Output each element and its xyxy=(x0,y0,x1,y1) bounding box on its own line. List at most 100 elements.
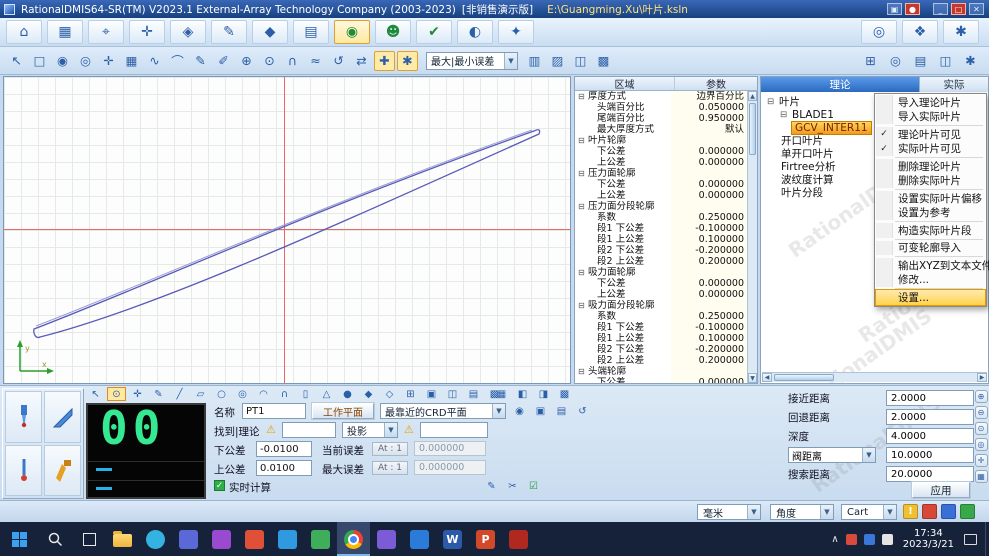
param-row[interactable]: 段2 上公差0.200000 xyxy=(575,256,747,267)
plot-dense-icon[interactable]: ▩ xyxy=(593,51,614,71)
angle-dropdown[interactable]: 角度 ▼ xyxy=(770,504,834,520)
plot-hatch-icon[interactable]: ▨ xyxy=(547,51,568,71)
found-theory-input[interactable] xyxy=(282,422,336,438)
tab-probe[interactable]: ⌖ xyxy=(88,20,124,44)
expand-icon[interactable]: ⊟ xyxy=(778,110,789,120)
view-top-icon[interactable]: ◨ xyxy=(534,387,553,401)
param-row[interactable]: 下公差0.000000 xyxy=(575,179,747,190)
context-menu-item[interactable]: 可变轮廓导入 xyxy=(876,241,985,256)
app-green-icon[interactable] xyxy=(304,522,337,556)
show-desktop-button[interactable] xyxy=(985,522,989,556)
projection-value-input[interactable] xyxy=(420,422,488,438)
param-row[interactable]: ⊟叶片轮廓 xyxy=(575,135,747,146)
edit-feature-icon[interactable]: ✎ xyxy=(149,387,168,401)
start-button[interactable] xyxy=(0,522,38,556)
scrollbar-thumb[interactable] xyxy=(749,103,756,155)
pan-view-icon[interactable]: ✛ xyxy=(975,454,988,467)
projection-dropdown[interactable]: 投影 ▼ xyxy=(342,422,398,438)
param-row[interactable]: 段2 下公差-0.200000 xyxy=(575,344,747,355)
notification-center-icon[interactable] xyxy=(964,534,977,545)
expand-icon[interactable]: ⊟ xyxy=(578,201,588,212)
error-mode-dropdown[interactable]: 最大|最小误差 ▼ xyxy=(426,52,518,70)
app-darkred-icon[interactable] xyxy=(502,522,535,556)
app-violet-icon[interactable] xyxy=(370,522,403,556)
param-row[interactable]: 下公差0.000000 xyxy=(575,377,747,383)
construct-icon[interactable]: ✛ xyxy=(128,387,147,401)
param-row[interactable]: 系数0.250000 xyxy=(575,212,747,223)
zoom-in-icon[interactable]: ⊕ xyxy=(975,390,988,403)
shade-icon[interactable]: ▦ xyxy=(121,51,142,71)
expand-icon[interactable]: ⊟ xyxy=(578,135,588,146)
display-mode-icon[interactable]: ◎ xyxy=(861,20,897,44)
measure-point-icon[interactable]: ⊙ xyxy=(107,387,126,401)
zoom-out-icon[interactable]: ⊖ xyxy=(975,406,988,419)
reset-icon[interactable]: ↺ xyxy=(573,404,592,418)
tab-view[interactable]: ◐ xyxy=(457,20,493,44)
tab-verify[interactable]: ✔ xyxy=(416,20,452,44)
line-icon[interactable]: ╱ xyxy=(170,387,189,401)
param-row[interactable]: 段2 下公差-0.200000 xyxy=(575,245,747,256)
circle-icon[interactable]: ○ xyxy=(212,387,231,401)
smooth-icon[interactable]: ≈ xyxy=(305,51,326,71)
chevron-down-icon[interactable]: ▼ xyxy=(492,404,505,418)
surface-icon[interactable]: ▣ xyxy=(422,387,441,401)
param-row[interactable]: 下公差0.000000 xyxy=(575,146,747,157)
select-icon[interactable]: ↖ xyxy=(86,387,105,401)
view-iso-icon[interactable]: ▩ xyxy=(555,387,574,401)
minimize-button[interactable]: _ xyxy=(933,3,948,15)
expand-icon[interactable]: ⊟ xyxy=(578,267,588,278)
sketch-icon[interactable]: ✎ xyxy=(190,51,211,71)
context-menu-item[interactable]: ✓理论叶片可见 xyxy=(876,127,985,142)
torus-icon[interactable]: ◆ xyxy=(359,387,378,401)
app-indigo-icon[interactable] xyxy=(172,522,205,556)
chevron-down-icon[interactable]: ▼ xyxy=(747,505,760,519)
param-row[interactable]: ⊟吸力面分段轮廓 xyxy=(575,300,747,311)
comb-plot-icon[interactable]: ✚ xyxy=(374,51,395,71)
param-row[interactable]: 头端百分比0.050000 xyxy=(575,102,747,113)
param-row[interactable]: 系数0.250000 xyxy=(575,311,747,322)
param-row[interactable]: 上公差0.000000 xyxy=(575,157,747,168)
rotate-view-icon[interactable]: ◎ xyxy=(75,51,96,71)
realtime-checkbox[interactable]: ✓ xyxy=(214,480,225,491)
curve-icon[interactable]: ∩ xyxy=(275,387,294,401)
taskbar-clock[interactable]: 17:34 2023/3/21 xyxy=(903,528,954,551)
param-row[interactable]: 段1 下公差-0.100000 xyxy=(575,322,747,333)
valve-distance-dropdown[interactable]: 阀距离▼ xyxy=(788,447,876,463)
angle-gauge-icon[interactable] xyxy=(44,391,81,443)
chevron-down-icon[interactable]: ▼ xyxy=(820,505,833,519)
param-row[interactable]: 最大厚度方式默认 xyxy=(575,124,747,135)
zoom-fit-icon[interactable]: ⊙ xyxy=(975,422,988,435)
view-options-icon[interactable]: ◎ xyxy=(885,51,906,71)
task-view-icon[interactable] xyxy=(72,522,106,556)
zoom-window-icon[interactable]: □ xyxy=(29,51,50,71)
context-menu-item[interactable]: 删除理论叶片 xyxy=(876,159,985,174)
add-point-icon[interactable]: ⊕ xyxy=(236,51,257,71)
tab-program[interactable]: ▤ xyxy=(293,20,329,44)
tool-changer-icon[interactable] xyxy=(44,445,81,497)
scroll-left-icon[interactable]: ◀ xyxy=(762,373,772,382)
powerpoint-icon[interactable]: P xyxy=(469,522,502,556)
list-view-icon[interactable]: ▤ xyxy=(910,51,931,71)
tab-coordinate[interactable]: ✛ xyxy=(129,20,165,44)
restore-button[interactable]: □ xyxy=(951,3,966,15)
context-menu-item[interactable]: 修改... xyxy=(876,273,985,288)
confirm-icon[interactable]: ☑ xyxy=(524,479,543,493)
refresh-icon[interactable]: ↺ xyxy=(328,51,349,71)
coordinate-system-dropdown[interactable]: Cart ▼ xyxy=(841,504,897,520)
context-menu-item[interactable]: 输出XYZ到文本文件▸ xyxy=(876,258,985,273)
error-icon[interactable] xyxy=(922,504,937,519)
annotate-icon[interactable]: ✐ xyxy=(213,51,234,71)
param-row[interactable]: 下公差0.000000 xyxy=(575,278,747,289)
context-menu-item[interactable]: 导入实际叶片 xyxy=(876,110,985,125)
context-menu-item[interactable]: 设置实际叶片偏移 xyxy=(876,191,985,206)
vscode-icon[interactable] xyxy=(403,522,436,556)
scroll-down-icon[interactable]: ▼ xyxy=(748,373,757,383)
motion-field-input[interactable]: 4.0000 xyxy=(886,428,974,444)
chevron-down-icon[interactable]: ▼ xyxy=(384,423,397,437)
motion-field-input[interactable]: 10.0000 xyxy=(886,447,974,463)
view-front-icon[interactable]: ▦ xyxy=(492,387,511,401)
warning-icon[interactable]: ! xyxy=(903,504,918,519)
blade-profile-curve[interactable] xyxy=(34,130,540,338)
probe-icon[interactable] xyxy=(5,391,42,443)
chevron-down-icon[interactable]: ▼ xyxy=(504,53,517,69)
